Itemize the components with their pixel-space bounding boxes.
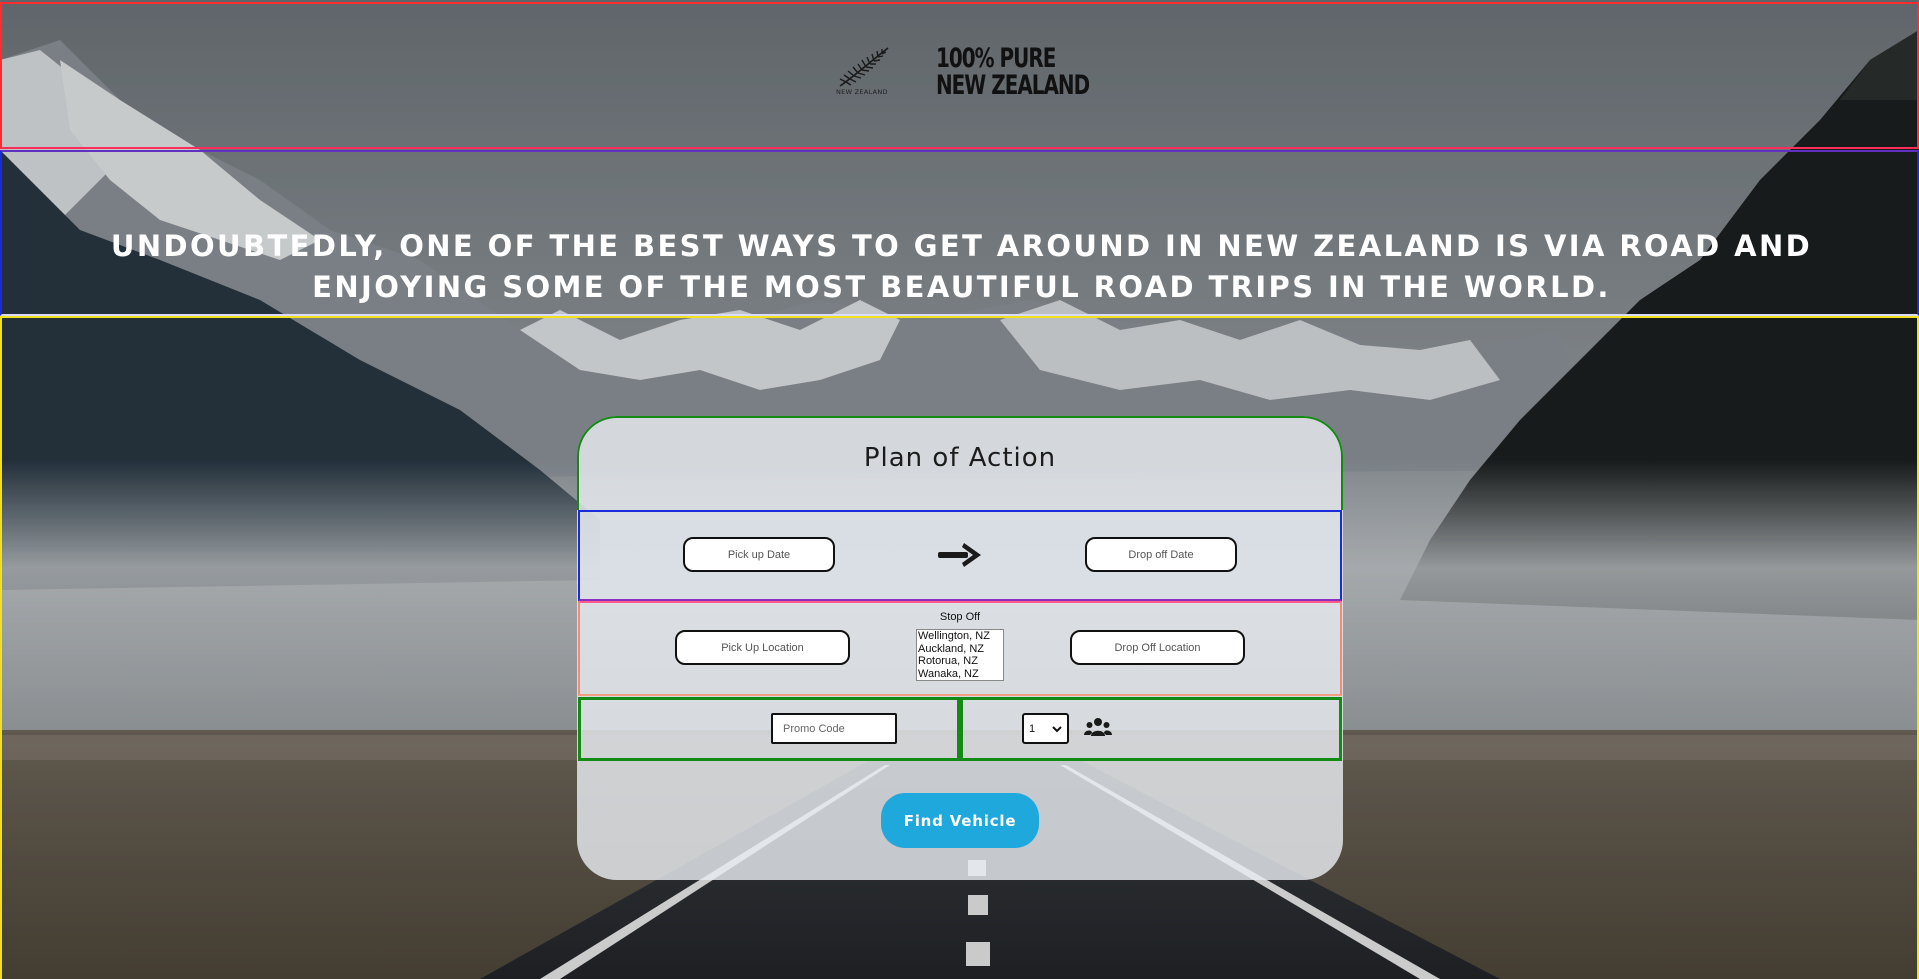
hero-tagline: Undoubtedly, one of the best ways to get… bbox=[2, 226, 1919, 308]
arrow-right-icon bbox=[938, 542, 982, 573]
pickup-location-input[interactable]: Pick Up Location bbox=[675, 630, 850, 665]
passenger-count-value: 1 bbox=[1029, 722, 1036, 735]
chevron-down-icon bbox=[1052, 724, 1062, 737]
stop-off-label: Stop Off bbox=[939, 611, 981, 623]
passengers-section bbox=[960, 697, 1342, 761]
fern-caption: NEW ZEALAND bbox=[836, 88, 888, 96]
wordmark-line-2: NEW ZEALAND bbox=[936, 70, 1090, 101]
stop-off-option[interactable]: Wanaka, NZ bbox=[918, 668, 1003, 681]
pickup-date-input[interactable]: Pick up Date bbox=[683, 537, 835, 572]
brand-logo-group[interactable]: NEW ZEALAND 100% PURE NEW ZEALAND bbox=[836, 44, 1123, 100]
hero-section: Undoubtedly, one of the best ways to get… bbox=[0, 150, 1919, 316]
stop-off-option[interactable]: Auckland, NZ bbox=[918, 643, 1003, 656]
promo-code-input[interactable]: Promo Code bbox=[771, 713, 897, 744]
users-icon bbox=[1084, 717, 1112, 744]
stop-off-list[interactable]: Wellington, NZ Auckland, NZ Rotorua, NZ … bbox=[916, 629, 1004, 681]
wordmark: 100% PURE NEW ZEALAND bbox=[936, 43, 1090, 101]
passenger-count-select[interactable]: 1 bbox=[1022, 713, 1069, 744]
find-vehicle-button[interactable]: Find Vehicle bbox=[881, 793, 1039, 848]
stop-off-option[interactable]: Rotorua, NZ bbox=[918, 655, 1003, 668]
card-title: Plan of Action bbox=[863, 443, 1057, 473]
dropoff-location-input[interactable]: Drop Off Location bbox=[1070, 630, 1245, 665]
promo-section bbox=[578, 697, 960, 761]
wordmark-line-1: 100% PURE bbox=[936, 43, 1056, 74]
hero-tagline-line-2: enjoying some of the most beautiful road… bbox=[312, 270, 1611, 304]
stop-off-option[interactable]: Wellington, NZ bbox=[918, 630, 1003, 643]
dropoff-date-input[interactable]: Drop off Date bbox=[1085, 537, 1237, 572]
hero-tagline-line-1: Undoubtedly, one of the best ways to get… bbox=[110, 229, 1813, 263]
silver-fern-icon: NEW ZEALAND bbox=[836, 44, 892, 100]
